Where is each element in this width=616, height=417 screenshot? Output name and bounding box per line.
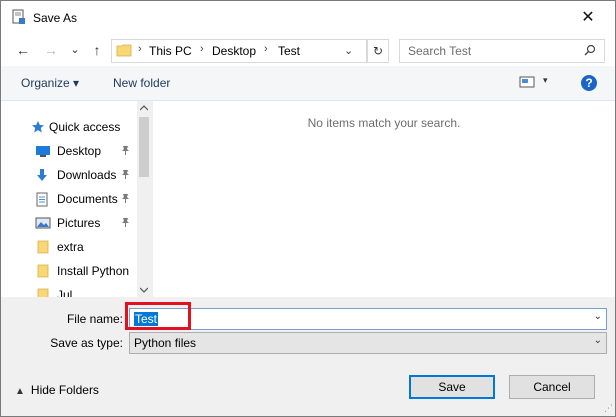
chevron-down-icon[interactable]: ⌄ <box>594 311 602 322</box>
file-list-pane[interactable]: No items match your search. <box>153 101 615 297</box>
save-as-type-select[interactable]: Python files ⌄ <box>129 332 607 354</box>
view-options-icon[interactable] <box>519 75 535 92</box>
forward-button[interactable]: → <box>41 40 61 60</box>
resize-grip-icon[interactable]: ⋰ <box>604 403 613 414</box>
search-placeholder: Search Test <box>408 44 472 58</box>
sidebar-item-label: Quick access <box>49 120 121 134</box>
refresh-button[interactable]: ↻ <box>367 39 389 63</box>
breadcrumb-separator: › <box>200 43 204 55</box>
sidebar-item-jul[interactable]: Jul <box>1 284 137 297</box>
save-as-dialog: Save As ✕ ← → ⌄ ↑ › This PC › Desktop › … <box>0 0 616 417</box>
sidebar-item-label: Install Python <box>57 264 130 278</box>
title-bar: Save As ✕ <box>1 1 615 34</box>
sidebar-item-desktop[interactable]: Desktop <box>1 140 137 162</box>
up-button[interactable]: ↑ <box>87 40 107 60</box>
sidebar-item-extra[interactable]: extra <box>1 236 137 258</box>
sidebar-item-quick-access[interactable]: Quick access <box>1 116 137 138</box>
window-title: Save As <box>33 11 78 25</box>
close-button[interactable]: ✕ <box>573 7 603 29</box>
sidebar-item-downloads[interactable]: Downloads <box>1 164 137 186</box>
navigation-scrollbar[interactable] <box>137 101 151 297</box>
save-document-icon <box>11 9 27 28</box>
sidebar-item-label: Downloads <box>57 168 117 182</box>
sidebar-item-install-python[interactable]: Install Python <box>1 260 137 282</box>
sidebar-item-label: extra <box>57 240 84 254</box>
address-dropdown-icon[interactable]: ⌄ <box>344 44 353 57</box>
search-input[interactable]: Search Test <box>399 39 605 63</box>
breadcrumb-test[interactable]: Test <box>278 44 300 58</box>
hide-folders-label: Hide Folders <box>30 383 99 397</box>
breadcrumb-separator: › <box>138 43 142 55</box>
chevron-down-icon[interactable]: ⌄ <box>594 335 602 346</box>
save-form: File name: Test ⌄ Save as type: Python f… <box>1 297 615 416</box>
folder-icon <box>35 264 51 281</box>
star-icon <box>31 120 45 137</box>
sidebar-item-documents[interactable]: Documents <box>1 188 137 210</box>
scroll-up-icon[interactable] <box>137 101 151 115</box>
save-as-type-value: Python files <box>134 336 197 350</box>
sidebar-item-label: Jul <box>57 288 73 297</box>
sidebar-item-label: Documents <box>57 192 118 206</box>
scrollbar-thumb[interactable] <box>139 117 149 177</box>
highlight-box <box>125 302 191 330</box>
pin-icon <box>121 145 130 157</box>
search-icon <box>584 44 596 59</box>
cancel-button[interactable]: Cancel <box>509 375 595 399</box>
sidebar-item-pictures[interactable]: Pictures <box>1 212 137 234</box>
empty-message: No items match your search. <box>307 116 461 130</box>
sidebar-item-label: Desktop <box>57 144 102 158</box>
folder-icon <box>35 288 51 297</box>
download-icon <box>35 168 49 185</box>
pin-icon <box>121 169 130 181</box>
save-as-type-label: Save as type: <box>50 336 123 350</box>
navigation-bar: ← → ⌄ ↑ › This PC › Desktop › Test ⌄ ↻ S… <box>1 34 615 66</box>
folder-icon <box>35 240 51 257</box>
pictures-icon <box>35 216 51 233</box>
chevron-up-icon: ▲ <box>15 386 25 397</box>
breadcrumb-this-pc[interactable]: This PC <box>149 44 192 58</box>
recent-locations-button[interactable]: ⌄ <box>65 40 85 60</box>
navigation-pane: Quick access Desktop Downloads Documents… <box>1 101 137 297</box>
scroll-down-icon[interactable] <box>137 283 151 297</box>
new-folder-button[interactable]: New folder <box>113 76 170 90</box>
pin-icon <box>121 193 130 205</box>
save-button[interactable]: Save <box>409 375 495 399</box>
desktop-icon <box>35 144 51 161</box>
file-name-label: File name: <box>66 312 123 326</box>
back-button[interactable]: ← <box>13 40 33 60</box>
breadcrumb-separator: › <box>264 43 268 55</box>
address-bar[interactable]: › This PC › Desktop › Test ⌄ <box>111 39 367 63</box>
document-icon <box>35 192 49 210</box>
sidebar-item-label: Pictures <box>57 216 101 230</box>
hide-folders-button[interactable]: ▲ Hide Folders <box>15 383 99 397</box>
chevron-down-icon[interactable]: ▾ <box>543 75 548 86</box>
command-toolbar: Organize ▾ New folder ▾ ? <box>1 66 615 101</box>
help-icon[interactable]: ? <box>581 75 597 91</box>
file-name-input[interactable]: Test ⌄ <box>129 308 607 330</box>
organize-menu[interactable]: Organize ▾ <box>21 76 79 90</box>
folder-icon <box>116 43 132 60</box>
breadcrumb-desktop[interactable]: Desktop <box>212 44 256 58</box>
pin-icon <box>121 217 130 229</box>
